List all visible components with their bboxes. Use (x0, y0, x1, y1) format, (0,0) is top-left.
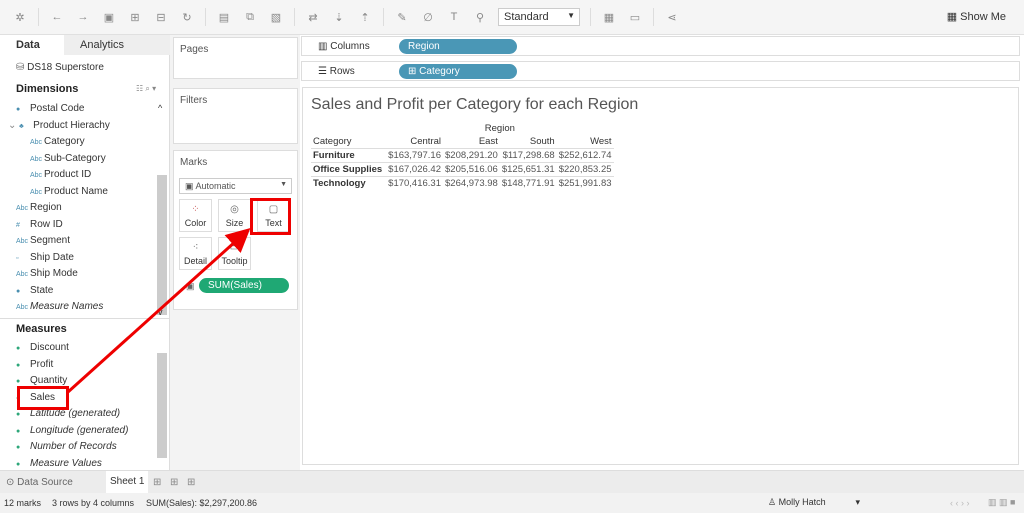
status-bar: 12 marks 3 rows by 4 columns SUM(Sales):… (0, 493, 1024, 513)
view-toggle-icons[interactable]: ▥ ▥ ■ (988, 497, 1015, 508)
user-icon: ♙ (768, 497, 779, 507)
data-source-label: Data Source (17, 477, 73, 488)
sheet-tabs-bar: ⊙ Data Source Sheet 1 ⊞ ⊞ ⊞ (0, 470, 1024, 493)
user-menu[interactable]: ♙ Molly Hatch ▾ (768, 497, 860, 508)
arrow-line (66, 227, 251, 394)
marks-count: 12 marks (4, 498, 42, 508)
tab-sheet-1[interactable]: Sheet 1 (106, 471, 149, 493)
new-sheet-icon[interactable]: ⊞ (153, 477, 161, 488)
data-source-tab[interactable]: ⊙ Data Source (6, 477, 73, 488)
chevron-down-icon: ▾ (855, 497, 860, 507)
rows-columns-count: 3 rows by 4 columns (52, 498, 135, 508)
user-name: Molly Hatch (778, 497, 826, 507)
new-dashboard-icon[interactable]: ⊞ (170, 477, 178, 488)
sum-sales-status: SUM(Sales): $2,297,200.86 (146, 498, 258, 508)
annotation-arrow (66, 227, 251, 394)
sheet-nav-icons[interactable]: ‹ ‹ › › (950, 498, 970, 508)
new-story-icon[interactable]: ⊞ (187, 477, 195, 488)
